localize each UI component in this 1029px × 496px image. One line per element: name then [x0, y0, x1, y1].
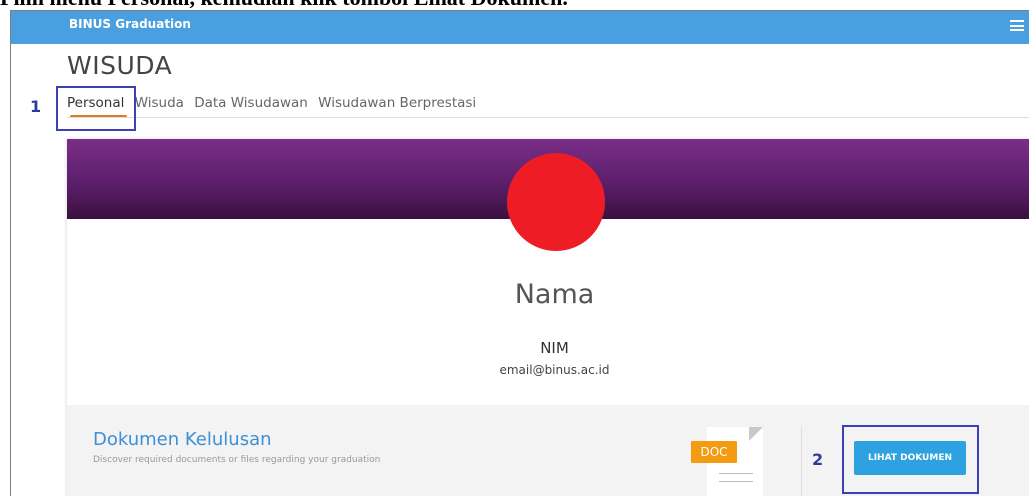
hamburger-menu-icon[interactable]	[1010, 20, 1024, 31]
avatar	[507, 153, 605, 251]
doc-badge: DOC	[691, 441, 737, 463]
profile-nim: NIM	[540, 339, 569, 357]
tab-wisuda[interactable]: Wisuda	[135, 95, 184, 111]
documents-subtitle: Discover required documents or files reg…	[93, 455, 381, 465]
documents-title: Dokumen Kelulusan	[93, 429, 272, 450]
tab-data-wisudawan[interactable]: Data Wisudawan	[194, 95, 308, 111]
tabs-divider	[67, 117, 1029, 118]
profile-email: email@binus.ac.id	[499, 363, 610, 377]
profile-name: Nama	[514, 279, 595, 310]
annotation-box-personal	[56, 86, 136, 131]
annotation-number-2: 2	[812, 450, 824, 469]
instruction-caption: Pilih menu Personal, kemudian klik tombo…	[0, 0, 1029, 10]
tab-wisudawan-berprestasi[interactable]: Wisudawan Berprestasi	[318, 95, 476, 111]
document-file-icon: DOC	[691, 427, 773, 496]
brand-title[interactable]: BINUS Graduation	[69, 17, 191, 31]
annotation-number-1: 1	[30, 97, 42, 116]
app-window: BINUS Graduation WISUDA Personal Wisuda …	[10, 10, 1029, 496]
page-title: WISUDA	[67, 51, 173, 80]
annotation-box-lihat-dokumen	[842, 425, 979, 494]
section-divider	[801, 427, 802, 496]
top-navbar: BINUS Graduation	[11, 11, 1029, 44]
